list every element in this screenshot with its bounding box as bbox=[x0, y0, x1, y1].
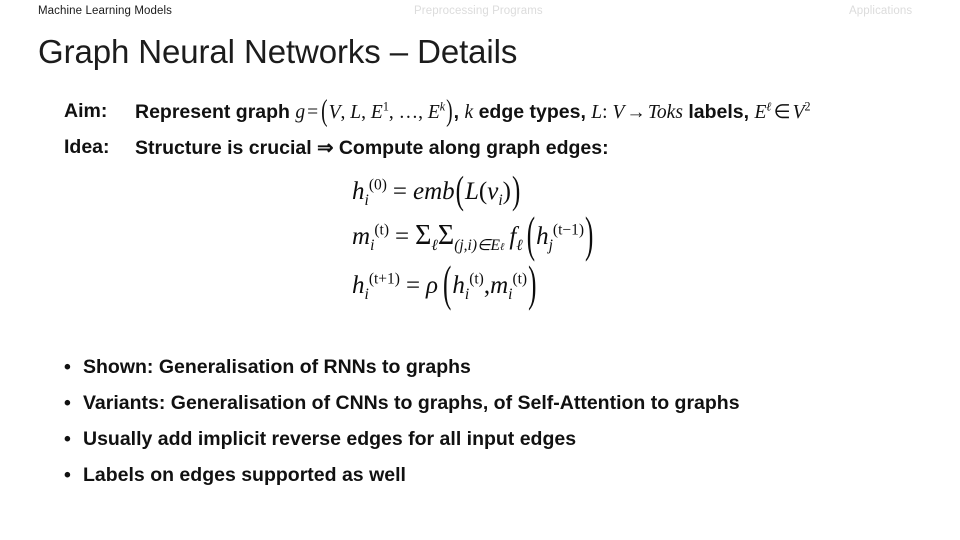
aim-toks: Toks bbox=[647, 102, 683, 123]
aim-var-k: k bbox=[464, 102, 474, 123]
aim-ellipsis: , …, bbox=[388, 102, 428, 123]
eq2-lhs-sub: i bbox=[370, 237, 375, 254]
idea-statement: Structure is crucial ⇒ Compute along gra… bbox=[135, 136, 609, 160]
implies-icon: ⇒ bbox=[317, 137, 334, 159]
bullet-icon: • bbox=[64, 428, 71, 450]
aim-lead: Represent graph bbox=[135, 101, 296, 123]
element-of-icon: ∈ bbox=[773, 102, 791, 123]
eq2-fn: f bbox=[509, 223, 517, 250]
eq1-fn-emb: emb bbox=[413, 178, 455, 205]
aim-statement: Represent graph g = (V, L, E1, …, Ek), k e… bbox=[135, 96, 811, 129]
nav-item-preprocessing-programs[interactable]: Preprocessing Programs bbox=[414, 4, 543, 18]
list-item-label: Variants: Generalisation of CNNs to grap… bbox=[83, 392, 740, 414]
eq1-lhs-sub: i bbox=[364, 192, 369, 209]
eq1-inner-open-paren: ( bbox=[478, 178, 488, 205]
idea-part-b: Compute along graph edges: bbox=[333, 137, 609, 159]
eq2-lhs-var: m bbox=[352, 223, 371, 250]
eq2-arg-var: h bbox=[536, 223, 549, 250]
eq1-lhs-sup: (0) bbox=[368, 176, 387, 194]
nav-item-applications[interactable]: Applications bbox=[849, 4, 912, 18]
bullet-icon: • bbox=[64, 392, 71, 414]
list-item: • Usually add implicit reverse edges for… bbox=[0, 424, 960, 460]
aim-comma-2: , bbox=[361, 102, 371, 123]
eq1-inner-var: v bbox=[487, 178, 499, 205]
eq3-lhs-sub: i bbox=[364, 286, 369, 303]
aim-mid-2: edge types, bbox=[473, 101, 592, 123]
nav-item-machine-learning-models[interactable]: Machine Learning Models bbox=[38, 4, 172, 18]
aim-comma-1: , bbox=[340, 102, 351, 123]
aim-var-g: g bbox=[295, 102, 306, 123]
section-nav-bar: Machine Learning Models Preprocessing Pr… bbox=[0, 0, 960, 26]
aim-map-l: L bbox=[591, 102, 603, 123]
eq3-fn-rho: ρ bbox=[426, 272, 439, 299]
eq2-lhs-sup: (t) bbox=[374, 221, 390, 239]
aim-equals: = bbox=[307, 102, 319, 123]
eq3-a-sub: i bbox=[464, 286, 470, 303]
right-arrow-icon: → bbox=[626, 102, 646, 123]
aim-label: Aim: bbox=[64, 100, 108, 122]
aim-set-ek: E bbox=[427, 102, 440, 123]
aim-close-paren: ) bbox=[446, 95, 453, 129]
aim-set-l: L bbox=[350, 102, 362, 123]
aim-map-v: V bbox=[612, 102, 625, 123]
definition-row-idea: Idea: Structure is crucial ⇒ Compute alo… bbox=[0, 132, 960, 168]
equation-state-update: hi(t+1) = ρ (hi(t),mi(t)) bbox=[352, 258, 912, 312]
eq3-b-sub: i bbox=[508, 286, 513, 303]
bullet-list: • Shown: Generalisation of RNNs to graph… bbox=[0, 352, 960, 496]
aim-mid-1: , bbox=[453, 101, 465, 123]
eq1-inner-fn: L bbox=[464, 178, 479, 205]
equation-block: hi(0) = emb(L(vi)) mi(t) = ΣℓΣ(j,i)∈Eℓ fℓ (hj(… bbox=[352, 170, 912, 312]
eq1-inner-close-paren: ) bbox=[502, 178, 511, 205]
eq1-equals: = bbox=[392, 178, 407, 205]
idea-part-a: Structure is crucial bbox=[135, 137, 318, 159]
list-item: • Shown: Generalisation of RNNs to graph… bbox=[0, 352, 960, 388]
idea-label: Idea: bbox=[64, 136, 110, 158]
aim-sup-ell: ℓ bbox=[766, 99, 772, 114]
eq3-close-paren: ) bbox=[528, 258, 537, 312]
eq2-sum2-sub: (j,i)∈E bbox=[454, 237, 500, 254]
bullet-icon: • bbox=[64, 356, 71, 378]
aim-open-paren: ( bbox=[321, 95, 328, 129]
eq2-arg-sub: j bbox=[548, 237, 553, 254]
eq2-arg-sup: (t−1) bbox=[552, 221, 585, 239]
eq3-lhs-var: h bbox=[352, 272, 365, 299]
list-item: • Variants: Generalisation of CNNs to gr… bbox=[0, 388, 960, 424]
equation-initial-state: hi(0) = emb(L(vi)) bbox=[352, 170, 912, 212]
aim-set-v: V bbox=[328, 102, 341, 123]
list-item-label: Labels on edges supported as well bbox=[83, 464, 406, 486]
eq3-equals: = bbox=[405, 272, 421, 299]
eq3-open-paren: ( bbox=[443, 258, 452, 312]
eq1-open-paren: ( bbox=[455, 170, 464, 213]
slide-title: Graph Neural Networks – Details bbox=[38, 33, 518, 70]
aim-sup-2: 2 bbox=[804, 99, 811, 114]
eq2-equals: = bbox=[395, 223, 410, 250]
summation-icon-outer: Σ bbox=[415, 220, 432, 251]
equation-message-passing: mi(t) = ΣℓΣ(j,i)∈Eℓ fℓ (hj(t−1)) bbox=[352, 209, 912, 263]
aim-colon: : bbox=[602, 102, 613, 123]
aim-set-e-ell: E bbox=[754, 102, 767, 123]
list-item-label: Usually add implicit reverse edges for a… bbox=[83, 428, 577, 450]
definition-row-aim: Aim: Represent graph g = (V, L, E1, …, Ek)… bbox=[0, 96, 960, 132]
bullet-icon: • bbox=[64, 464, 71, 486]
list-item: • Labels on edges supported as well bbox=[0, 460, 960, 496]
aim-set-v2: V bbox=[792, 102, 805, 123]
eq3-lhs-sup: (t+1) bbox=[368, 270, 400, 288]
aim-labels-word: labels, bbox=[682, 101, 755, 123]
eq1-close-paren: ) bbox=[511, 170, 521, 213]
aim-set-e1: E bbox=[370, 102, 383, 123]
eq3-a-sup: (t) bbox=[469, 270, 484, 288]
eq2-close-paren: ) bbox=[585, 209, 594, 263]
eq3-b-var: m bbox=[490, 272, 509, 299]
eq1-lhs-var: h bbox=[352, 178, 365, 205]
eq3-a-var: h bbox=[452, 272, 465, 299]
list-item-label: Shown: Generalisation of RNNs to graphs bbox=[83, 356, 471, 378]
definition-block: Aim: Represent graph g = (V, L, E1, …, Ek)… bbox=[0, 96, 960, 168]
